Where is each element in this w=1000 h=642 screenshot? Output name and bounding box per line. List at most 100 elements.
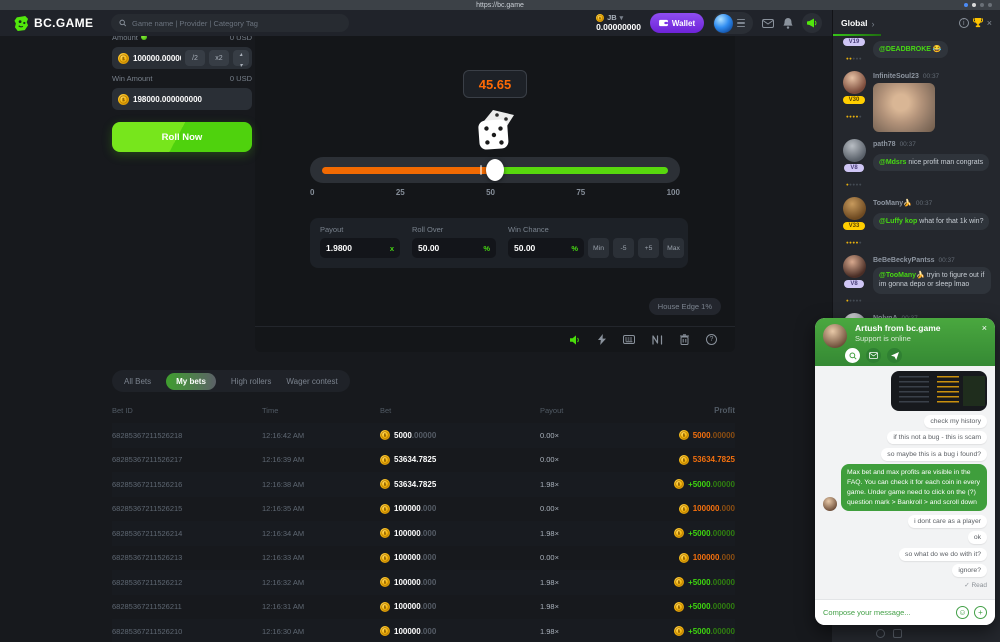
attach-plus-icon[interactable]: [974, 606, 987, 619]
win-amount-input[interactable]: [133, 95, 249, 104]
win-chance-label: Win Chance: [508, 225, 684, 234]
username[interactable]: TooMany🍌00:37: [873, 199, 994, 207]
table-row[interactable]: 68285367211526212 12:16:32 AM 100000.000…: [112, 570, 735, 595]
chat-input-bar[interactable]: [832, 625, 1000, 642]
trophy-icon[interactable]: [973, 18, 983, 28]
half-bet-button[interactable]: /2: [185, 50, 205, 66]
emoji-icon[interactable]: [876, 629, 885, 638]
chevron-right-icon[interactable]: [871, 14, 874, 32]
hotkeys-icon[interactable]: [623, 335, 635, 344]
support-compose-input[interactable]: [823, 608, 951, 617]
bet-amount-field: /2 x2: [112, 47, 252, 69]
bet-stats-panel: Payout x Roll Over % Win Chance: [310, 218, 688, 268]
support-email-button[interactable]: [866, 348, 881, 363]
step-up-icon[interactable]: [239, 47, 242, 58]
roll-now-button[interactable]: Roll Now: [112, 122, 252, 152]
support-telegram-button[interactable]: [887, 348, 902, 363]
chance-minus5-button[interactable]: -5: [613, 238, 634, 258]
coin-icon: [674, 577, 684, 587]
payout-input[interactable]: [326, 243, 387, 253]
avatar[interactable]: [714, 14, 733, 33]
active-channel-indicator: [833, 34, 881, 36]
chat-channel-selector[interactable]: Global: [841, 18, 867, 28]
avatar[interactable]: [843, 255, 866, 278]
table-row[interactable]: 68285367211526215 12:16:35 AM 100000.000…: [112, 497, 735, 522]
help-icon[interactable]: [706, 334, 717, 345]
chance-max-button[interactable]: Max: [663, 238, 684, 258]
balance-selector[interactable]: JB 0.00000000: [596, 14, 641, 32]
notifications-bell-icon[interactable]: [783, 18, 793, 29]
win-amount-field: [112, 88, 252, 110]
avatar[interactable]: [843, 71, 866, 94]
browser-extension-icons[interactable]: [964, 3, 992, 7]
messages-icon[interactable]: [762, 19, 774, 28]
win-chance-input[interactable]: [514, 243, 568, 253]
game-toolbar: [255, 326, 735, 352]
coin-icon: [380, 577, 390, 587]
payout-label: Payout: [320, 225, 400, 234]
announcements-button[interactable]: [802, 13, 822, 33]
read-receipt: Read: [964, 581, 987, 589]
bet-controls-panel: Amount 0 USD /2 x2 Win Amount 0 USD: [112, 32, 252, 152]
browser-address-bar[interactable]: https://bc.game: [0, 0, 1000, 10]
chat-rules-info-icon[interactable]: [959, 18, 969, 28]
table-row[interactable]: 68285367211526216 12:16:38 AM 53634.7825…: [112, 472, 735, 497]
wallet-button[interactable]: Wallet: [650, 13, 704, 33]
level-stars: ●●●●●: [846, 48, 862, 64]
message-bubble: @Luffy kop what for that 1k win?: [873, 213, 989, 230]
table-row[interactable]: 68285367211526217 12:16:39 AM 53634.7825…: [112, 448, 735, 473]
megaphone-icon: [807, 18, 818, 28]
amount-stepper[interactable]: [233, 50, 249, 66]
bc-game-logo[interactable]: BC.GAME: [14, 16, 93, 31]
chance-min-button[interactable]: Min: [588, 238, 609, 258]
username[interactable]: BeBeBeckyPantss00:37: [873, 257, 994, 264]
chance-plus5-button[interactable]: +5: [638, 238, 659, 258]
roll-slider[interactable]: [310, 157, 680, 183]
roll-result-display: 45.65: [463, 70, 527, 98]
gif-icon[interactable]: [893, 629, 902, 638]
table-row[interactable]: 68285367211526218 12:16:42 AM 5000.00000…: [112, 423, 735, 448]
avatar[interactable]: [843, 139, 866, 162]
tab-all-bets[interactable]: All Bets: [124, 377, 151, 386]
chat-header: Global: [833, 10, 1000, 36]
trends-icon[interactable]: [652, 335, 663, 345]
close-support-icon[interactable]: [982, 323, 987, 333]
avatar[interactable]: [843, 197, 866, 220]
coin-icon: [380, 528, 390, 538]
username[interactable]: InfiniteSoul2300:37: [873, 73, 994, 80]
double-bet-button[interactable]: x2: [209, 50, 229, 66]
level-badge: V30: [843, 96, 866, 104]
table-row[interactable]: 68285367211526211 12:16:31 AM 100000.000…: [112, 595, 735, 620]
roll-over-input[interactable]: [418, 243, 480, 253]
username[interactable]: path7800:37: [873, 141, 994, 148]
turbo-bet-icon[interactable]: [598, 334, 606, 345]
tab-my-bets[interactable]: My bets: [166, 373, 216, 390]
game-search-bar[interactable]: [111, 14, 349, 32]
browser-url: https://bc.game: [476, 2, 524, 9]
chat-photo-crying-baby[interactable]: [873, 83, 935, 132]
smiley-icon[interactable]: [956, 606, 969, 619]
slider-knob[interactable]: [486, 159, 504, 181]
user-message-bubble: so what do we do with it?: [899, 548, 987, 561]
bets-tabs: All Bets My bets High rollers Wager cont…: [112, 370, 350, 392]
trash-icon[interactable]: [680, 334, 689, 345]
table-row[interactable]: 68285367211526210 12:16:30 AM 100000.000…: [112, 619, 735, 642]
user-message-bubble: if this not a bug - this is scam: [887, 431, 987, 444]
sound-toggle-icon[interactable]: [570, 335, 581, 345]
profile-menu[interactable]: [713, 12, 753, 34]
coin-icon: [679, 430, 689, 440]
attached-screenshot-thumbnail[interactable]: [891, 371, 987, 411]
support-agent-avatar: [823, 497, 837, 511]
close-chat-icon[interactable]: [987, 18, 992, 28]
search-input[interactable]: [132, 19, 341, 28]
support-search-button[interactable]: [845, 348, 860, 363]
tab-high-rollers[interactable]: High rollers: [231, 377, 271, 386]
table-row[interactable]: 68285367211526213 12:16:33 AM 100000.000…: [112, 546, 735, 571]
step-down-icon[interactable]: [239, 58, 242, 69]
coin-icon: [380, 504, 390, 514]
tick-75: 75: [576, 188, 585, 197]
bet-amount-input[interactable]: [133, 54, 181, 63]
chat-message: V30 ●●●●● InfiniteSoul2300:37: [839, 71, 994, 132]
table-row[interactable]: 68285367211526214 12:16:34 AM 100000.000…: [112, 521, 735, 546]
tab-wager-contest[interactable]: Wager contest: [286, 377, 337, 386]
